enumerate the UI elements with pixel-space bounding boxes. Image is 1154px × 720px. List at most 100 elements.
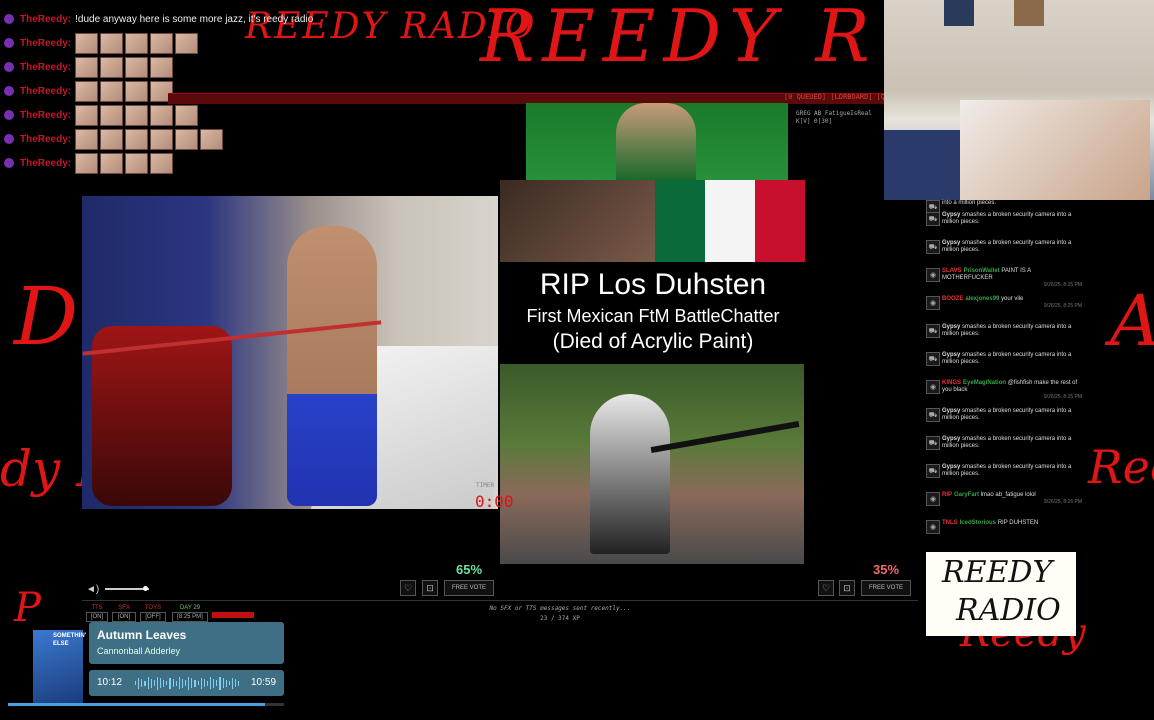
user-badge-icon xyxy=(4,14,14,24)
emote-icon xyxy=(150,104,174,126)
chat-badge: RIP xyxy=(942,492,953,498)
right-lock-icon[interactable]: ⊡ xyxy=(839,580,855,596)
waveform-bar xyxy=(169,677,171,689)
emote-icon xyxy=(150,32,174,54)
user-badge-icon xyxy=(4,62,14,72)
album-cover: SOMETHIN' ELSE xyxy=(33,630,86,706)
chat-username[interactable]: TheReedy: xyxy=(20,62,71,73)
side-chat-username[interactable]: Gypsy xyxy=(942,240,960,246)
center-status-line1: No SFX or TTS messages sent recently... xyxy=(489,605,631,612)
side-chat-timestamp: 9/26/25, 8:25 PM xyxy=(1043,282,1082,288)
chat-username[interactable]: TheReedy: xyxy=(20,14,71,25)
side-chat-username[interactable]: IcedStorious xyxy=(960,520,996,526)
emote-icon xyxy=(125,56,149,78)
poster-title: RIP Los Duhsten xyxy=(539,268,767,301)
emote-icon xyxy=(100,56,124,78)
side-chat-message: smashes a broken security camera into a … xyxy=(942,240,1072,253)
side-chat-message: RIP DUHSTEN xyxy=(997,520,1039,526)
side-chat-text: Gypsy smashes a broken security camera i… xyxy=(942,352,1082,366)
memorial-poster: RIP Los Duhsten First Mexican FtM Battle… xyxy=(500,180,806,564)
side-chat: ⛟ into a million pieces. ⛟ Gypsy smashes a … xyxy=(920,200,1086,560)
waveform-bar xyxy=(222,678,224,688)
speaker-icon[interactable]: ◄) xyxy=(86,584,99,595)
side-chat-username[interactable]: Gypsy xyxy=(942,408,960,414)
left-heart-icon[interactable]: ♡ xyxy=(400,580,416,596)
waveform[interactable] xyxy=(135,676,240,690)
side-chat-text: Gypsy smashes a broken security camera i… xyxy=(942,464,1082,478)
waveform-bar xyxy=(141,679,143,687)
side-chat-username[interactable]: Gypsy xyxy=(942,436,960,442)
side-chat-username[interactable]: alexjones99 xyxy=(965,296,999,302)
xp-bar xyxy=(212,612,254,618)
chat-badge: KINGS xyxy=(942,380,962,386)
tts-value: [ON] xyxy=(86,612,108,622)
chat-username[interactable]: TheReedy: xyxy=(20,134,71,145)
chat-badge: TNLS xyxy=(942,520,958,526)
side-chat-text: Gypsy smashes a broken security camera i… xyxy=(942,408,1082,422)
waveform-bar xyxy=(235,679,237,687)
left-free-vote-button[interactable]: FREE VOTE xyxy=(444,580,494,596)
chat-username[interactable]: TheReedy: xyxy=(20,110,71,121)
toys-status[interactable]: TOYS [OFF] xyxy=(140,604,166,622)
emote-icon xyxy=(100,80,124,102)
logo-line1: REEDY xyxy=(942,555,1053,590)
overlay-info-line1: GREG AB_FatigueIsReal xyxy=(796,110,872,117)
avatar-icon: ◉ xyxy=(926,380,940,394)
chat-line: TheReedy: xyxy=(4,32,200,54)
webcam-pillow xyxy=(960,100,1150,200)
timer-label: TIMER xyxy=(476,482,495,489)
background-scrawl-ree: Ree xyxy=(1088,440,1154,494)
waveform-bar xyxy=(138,677,140,689)
chat-username[interactable]: TheReedy: xyxy=(20,86,71,97)
sfx-status[interactable]: SFX [ON] xyxy=(112,604,136,622)
center-status: No SFX or TTS messages sent recently... … xyxy=(420,604,700,624)
side-chat-username[interactable]: Gypsy xyxy=(942,464,960,470)
top-bar-labels[interactable]: [0 QUEUED] [LDRBOARD] [QUE xyxy=(784,93,894,101)
side-chat-username[interactable]: Gypsy xyxy=(942,212,960,218)
waveform-bar xyxy=(216,680,218,686)
side-chat-message: smashes a broken security camera into a … xyxy=(942,352,1072,365)
side-chat-message: smashes a broken security camera into a … xyxy=(942,464,1072,477)
waveform-bar xyxy=(219,676,221,690)
side-chat-username[interactable]: Gypsy xyxy=(942,352,960,358)
right-free-vote-button[interactable]: FREE VOTE xyxy=(861,580,911,596)
emote-icon xyxy=(175,128,199,150)
side-chat-timestamp: 9/26/25, 8:26 PM xyxy=(1043,499,1082,505)
side-chat-text: TNLS IcedStorious RIP DUHSTEN xyxy=(942,520,1082,527)
background-scrawl-a: A xyxy=(1110,280,1154,362)
waveform-bar xyxy=(188,676,190,690)
playback-bar: 10:12 10:59 xyxy=(89,670,284,696)
chat-line: TheReedy: !dude anyway here is some more … xyxy=(4,8,313,30)
side-chat-message: lmao ab_fatigue lolol xyxy=(980,492,1036,498)
toys-label: TOYS xyxy=(144,605,162,611)
side-chat-username[interactable]: PrisonWallet xyxy=(964,268,1000,274)
timer-value: 0:00 xyxy=(475,492,514,511)
side-chat-text: BOOZE alexjones99 your vile 9/26/25, 8:25 … xyxy=(942,296,1082,310)
emote-icon xyxy=(100,152,124,174)
side-chat-message: into a million pieces. xyxy=(942,200,997,206)
avatar-icon: ◉ xyxy=(926,520,940,534)
track-progress-fill xyxy=(8,703,265,706)
waveform-bar xyxy=(153,680,155,686)
emote-icon xyxy=(75,32,99,54)
right-heart-icon[interactable]: ♡ xyxy=(818,580,834,596)
chat-username[interactable]: TheReedy: xyxy=(20,38,71,49)
waveform-bar xyxy=(200,677,202,689)
emote-icon xyxy=(100,32,124,54)
side-chat-username[interactable]: EyeMagiNation xyxy=(963,380,1006,386)
track-progress[interactable] xyxy=(8,703,284,706)
side-chat-text: into a million pieces. xyxy=(942,200,1082,207)
volume-slider-thumb[interactable] xyxy=(142,586,148,591)
emote-icon xyxy=(125,104,149,126)
side-chat-username[interactable]: GaryFart xyxy=(954,492,979,498)
left-lock-icon[interactable]: ⊡ xyxy=(422,580,438,596)
chat-username[interactable]: TheReedy: xyxy=(20,158,71,169)
emote-icon xyxy=(150,128,174,150)
side-chat-text: RIP GaryFart lmao ab_fatigue lolol 9/26/25… xyxy=(942,492,1082,506)
tts-status[interactable]: TTS [ON] xyxy=(86,604,108,622)
emote-icon xyxy=(125,128,149,150)
background-scrawl-d: D xyxy=(14,270,79,363)
mexico-flag xyxy=(655,180,805,262)
parade-photo xyxy=(500,364,804,564)
side-chat-username[interactable]: Gypsy xyxy=(942,324,960,330)
